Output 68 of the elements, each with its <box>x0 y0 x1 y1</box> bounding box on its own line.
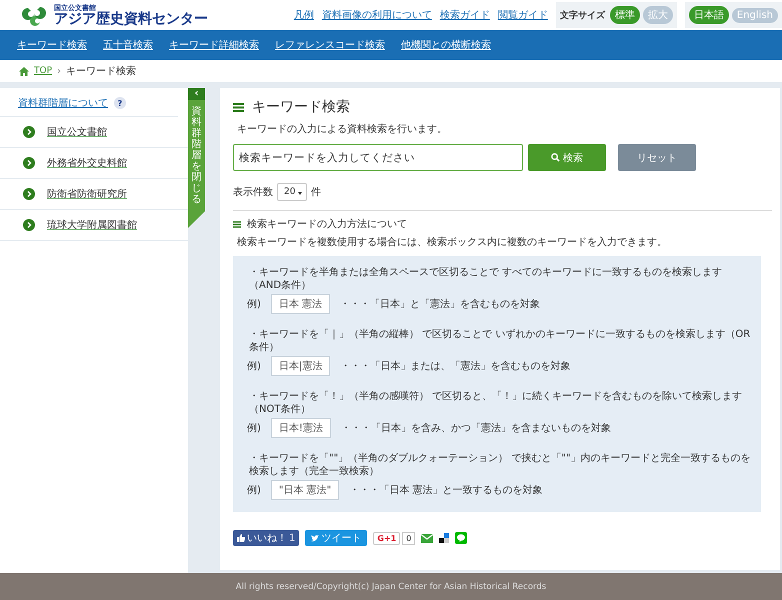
example-explanation: ・・・「日本」と「憲法」を含むものを対象 <box>340 298 540 311</box>
copyright-text: All rights reserved/Copyright(c) Japan Center for Asian Historical Records <box>236 582 546 592</box>
text-size-button[interactable]: 標準 <box>610 6 640 24</box>
reset-button[interactable]: リセット <box>618 144 696 171</box>
count-select[interactable]: 20 <box>277 183 307 201</box>
plus-one-count: 0 <box>402 532 416 544</box>
section-heading: 検索キーワードの入力方法について <box>247 218 407 231</box>
sidebar-item[interactable]: 琉球大学附属図書館 <box>47 218 137 232</box>
example-label: 例) <box>247 360 261 373</box>
example-keyword: 日本|憲法 <box>270 356 330 376</box>
text-size-label: 文字サイズ <box>560 9 605 22</box>
rule-text: ・キーワードを「！」（半角の感嘆符） で区切ると、「！」に続くキーワードを含むものを除いて検索します（NOT条件） <box>249 390 744 416</box>
header-link[interactable]: 凡例 <box>294 8 314 22</box>
nav-link[interactable]: 五十音検索 <box>103 38 153 52</box>
collapse-label: 資料群階層を閉じる <box>192 106 202 205</box>
menu-icon <box>233 220 241 228</box>
count-label: 表示件数 <box>233 186 273 199</box>
breadcrumb-separator: › <box>57 66 62 76</box>
header-link[interactable]: 検索ガイド <box>440 8 490 22</box>
header-link[interactable]: 資料画像の利用について <box>322 8 432 22</box>
example-label: 例) <box>247 484 261 497</box>
search-field[interactable]: 検索キーワードを入力してください <box>233 144 523 171</box>
arrow-circle-icon <box>23 188 35 200</box>
nav-link[interactable]: 他機関との横断検索 <box>401 38 491 52</box>
breadcrumb-current: キーワード検索 <box>66 64 136 78</box>
thumbs-up-icon <box>237 534 245 542</box>
example-label: 例) <box>247 422 261 435</box>
arrow-circle-icon <box>23 157 35 169</box>
sidebar-item[interactable]: 国立公文書館 <box>47 125 107 139</box>
page-title: キーワード検索 <box>252 98 350 116</box>
mail-icon[interactable] <box>421 534 434 542</box>
menu-icon <box>233 102 244 112</box>
breadcrumb-link[interactable]: TOP <box>34 66 52 76</box>
logo-title: アジア歴史資料センター <box>54 12 208 26</box>
search-icon <box>551 153 560 162</box>
search-button[interactable]: 検索 <box>528 144 606 171</box>
arrow-circle-icon <box>23 219 35 231</box>
example-keyword: 日本 憲法 <box>270 294 330 314</box>
section-intro: 検索キーワードを複数使用する場合には、検索ボックス内に複数のキーワードを入力できます。 <box>237 236 668 249</box>
example-keyword: 日本!憲法 <box>270 418 331 438</box>
like-button[interactable]: いいね！ 1 <box>233 530 300 546</box>
plus-one-button[interactable]: G+1 <box>373 532 400 544</box>
example-explanation: ・・・「日本」または、「憲法」を含むものを対象 <box>340 360 570 373</box>
example-label: 例) <box>247 298 261 311</box>
rule-text: ・キーワードを半角または全角スペースで区切ることで すべてのキーワードに一致するものを検索します（AND条件） <box>249 266 724 292</box>
chat-bubble-icon[interactable] <box>455 532 468 544</box>
nav-link[interactable]: レファレンスコード検索 <box>275 38 385 52</box>
help-icon[interactable]: ? <box>114 97 126 109</box>
squares-icon[interactable] <box>439 533 450 543</box>
count-unit: 件 <box>311 186 321 199</box>
sidebar-item[interactable]: 防衛省防衛研究所 <box>47 187 127 201</box>
home-icon <box>19 66 29 76</box>
tweet-button[interactable]: ツイート <box>305 530 368 546</box>
header-link[interactable]: 閲覧ガイド <box>498 8 548 22</box>
example-explanation: ・・・「日本 憲法」と一致するものを対象 <box>349 484 542 497</box>
rule-text: ・キーワードを「｜」（半角の縦棒） で区切ることで いずれかのキーワードに一致するものを検索します（OR条件） <box>249 328 752 354</box>
example-keyword: "日本 憲法" <box>270 480 340 500</box>
page-description: キーワードの入力による資料検索を行います。 <box>237 122 448 136</box>
collapse-tab[interactable]: ‹ 資料群階層を閉じる <box>188 88 205 228</box>
bird-icon <box>311 534 320 542</box>
sidebar-item[interactable]: 外務省外交史料館 <box>47 156 127 170</box>
rule-text: ・キーワードを「""」（半角のダブルクォーテーション） で挟むと「""」内のキーワードと完全一致するものを検索します（完全一致検索） <box>249 452 752 478</box>
arrow-circle-icon <box>23 126 35 138</box>
nav-link[interactable]: キーワード詳細検索 <box>169 38 259 52</box>
language-button[interactable]: 日本語 <box>688 6 729 24</box>
sidebar-heading-link[interactable]: 資料群階層について <box>18 96 108 110</box>
example-explanation: ・・・「日本」を含み、かつ「憲法」を含まないものを対象 <box>340 422 611 435</box>
nav-link[interactable]: キーワード検索 <box>17 38 87 52</box>
